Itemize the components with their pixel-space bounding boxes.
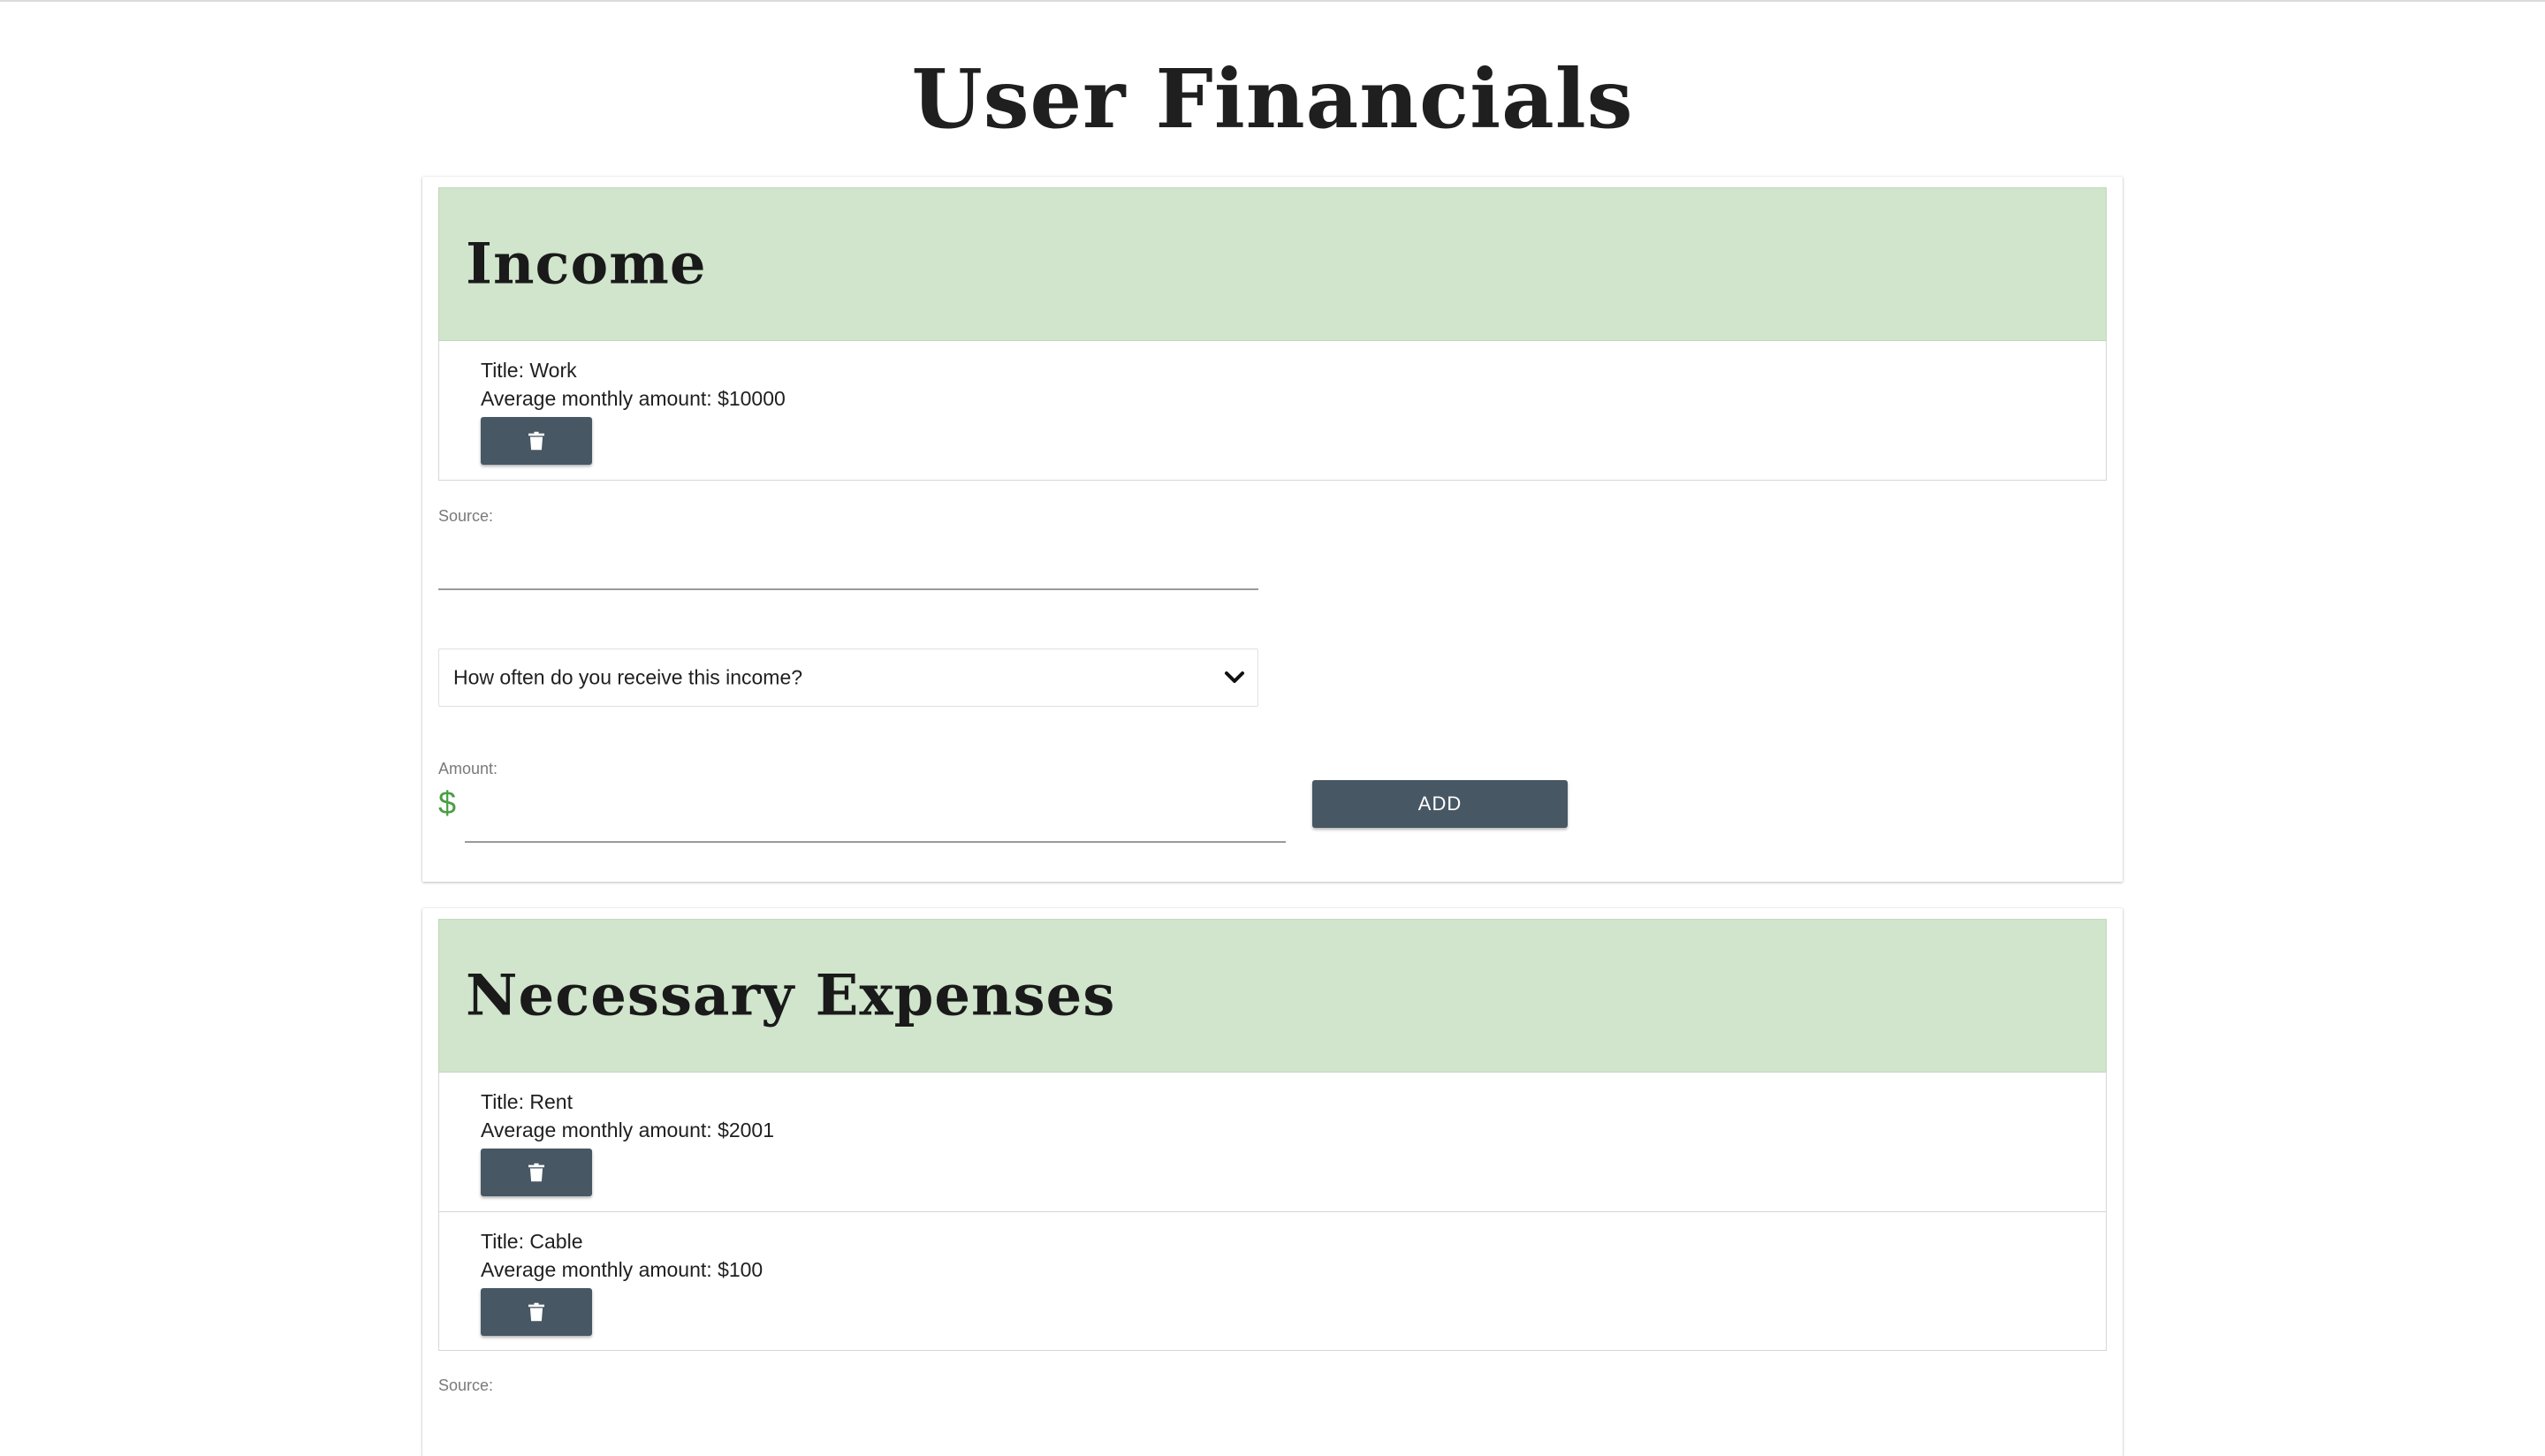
list-item: Title: Work Average monthly amount: $100… [439, 341, 2106, 480]
amount-input[interactable] [465, 808, 1286, 843]
expenses-card: Necessary Expenses Title: Rent Average m… [422, 908, 2123, 1456]
chevron-down-icon [1225, 671, 1244, 683]
item-amount-label: Average monthly amount: [481, 1258, 712, 1281]
item-title-value: Cable [529, 1230, 583, 1253]
item-amount-label: Average monthly amount: [481, 387, 712, 410]
item-amount-value: $2001 [718, 1119, 775, 1141]
frequency-select[interactable]: How often do you receive this income? [438, 648, 1258, 707]
delete-button[interactable] [481, 1288, 592, 1336]
delete-button[interactable] [481, 1149, 592, 1196]
amount-label: Amount: [438, 760, 498, 777]
source-label: Source: [438, 1376, 494, 1394]
item-title-value: Rent [529, 1090, 573, 1113]
item-amount-value: $100 [718, 1258, 764, 1281]
expenses-heading: Necessary Expenses [466, 962, 1116, 1029]
frequency-select-value: How often do you receive this income? [453, 665, 803, 689]
expenses-item-list: Title: Rent Average monthly amount: $200… [438, 1073, 2107, 1351]
item-title-label: Title: [481, 359, 524, 382]
trash-icon [528, 431, 544, 451]
income-item-list: Title: Work Average monthly amount: $100… [438, 341, 2107, 481]
item-amount-value: $10000 [718, 387, 786, 410]
list-item: Title: Cable Average monthly amount: $10… [439, 1211, 2106, 1350]
income-heading: Income [466, 231, 707, 298]
page-title: User Financials [911, 51, 1634, 147]
item-title-value: Work [529, 359, 577, 382]
delete-button[interactable] [481, 417, 592, 465]
trash-icon [528, 1163, 544, 1182]
add-button[interactable]: ADD [1312, 780, 1568, 828]
income-header: Income [438, 187, 2107, 341]
item-title-label: Title: [481, 1230, 524, 1253]
source-input[interactable] [438, 555, 1258, 590]
expenses-header: Necessary Expenses [438, 919, 2107, 1073]
item-title-label: Title: [481, 1090, 524, 1113]
source-label: Source: [438, 507, 494, 525]
income-card: Income Title: Work Average monthly amoun… [422, 177, 2123, 882]
currency-symbol: $ [438, 785, 457, 821]
trash-icon [528, 1302, 544, 1322]
item-amount-label: Average monthly amount: [481, 1119, 712, 1141]
list-item: Title: Rent Average monthly amount: $200… [439, 1073, 2106, 1211]
